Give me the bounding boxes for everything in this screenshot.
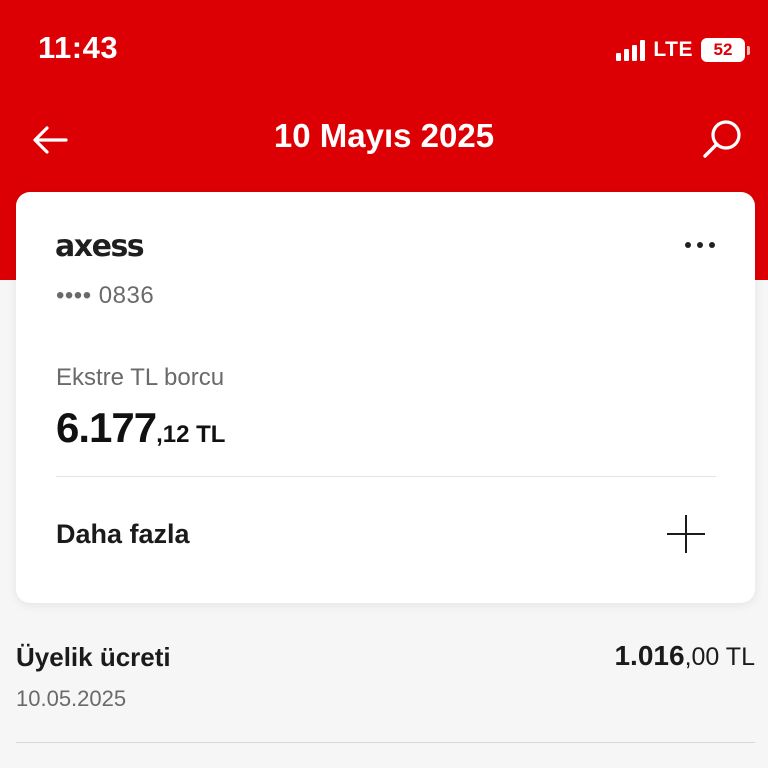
brand-logo: axess bbox=[55, 229, 145, 264]
more-dot bbox=[697, 242, 703, 248]
show-more-button[interactable]: Daha fazla bbox=[16, 477, 755, 603]
statement-debt-amount: 6.177,12 TL bbox=[56, 404, 225, 452]
statement-debt-label: Ekstre TL borcu bbox=[56, 364, 225, 391]
transaction-divider bbox=[16, 742, 755, 743]
transaction-row[interactable]: Üyelik ücreti 10.05.2025 1.016,00 TL bbox=[16, 630, 755, 742]
search-button[interactable] bbox=[700, 116, 746, 162]
network-type: LTE bbox=[653, 38, 693, 61]
page-title: 10 Mayıs 2025 bbox=[273, 117, 495, 154]
show-more-label: Daha fazla bbox=[56, 519, 190, 549]
card-number-masked: •••• 0836 bbox=[56, 282, 155, 309]
amount-decimal: ,00 TL bbox=[684, 643, 755, 671]
transaction-date: 10.05.2025 bbox=[16, 686, 127, 711]
battery-icon: 52 bbox=[701, 38, 745, 62]
transaction-amount: 1.016,00 TL bbox=[614, 640, 755, 672]
battery-nub bbox=[747, 45, 750, 55]
more-options-button[interactable] bbox=[681, 238, 719, 252]
credit-card-summary: axess •••• 0836 Ekstre TL borcu 6.177,12… bbox=[16, 192, 755, 603]
amount-integer: 1.016 bbox=[614, 640, 685, 671]
search-icon bbox=[703, 120, 741, 158]
plus-icon bbox=[667, 515, 705, 553]
more-dot bbox=[709, 242, 715, 248]
battery-level: 52 bbox=[713, 40, 733, 59]
debt-integer: 6.177 bbox=[56, 404, 157, 451]
status-time: 11:43 bbox=[38, 30, 119, 65]
transaction-title: Üyelik ücreti bbox=[16, 642, 171, 672]
status-indicators: LTE 52 bbox=[616, 36, 750, 64]
more-horizontal-icon bbox=[685, 242, 691, 248]
debt-decimal: ,12 TL bbox=[156, 421, 226, 448]
signal-strength-icon bbox=[616, 39, 646, 61]
